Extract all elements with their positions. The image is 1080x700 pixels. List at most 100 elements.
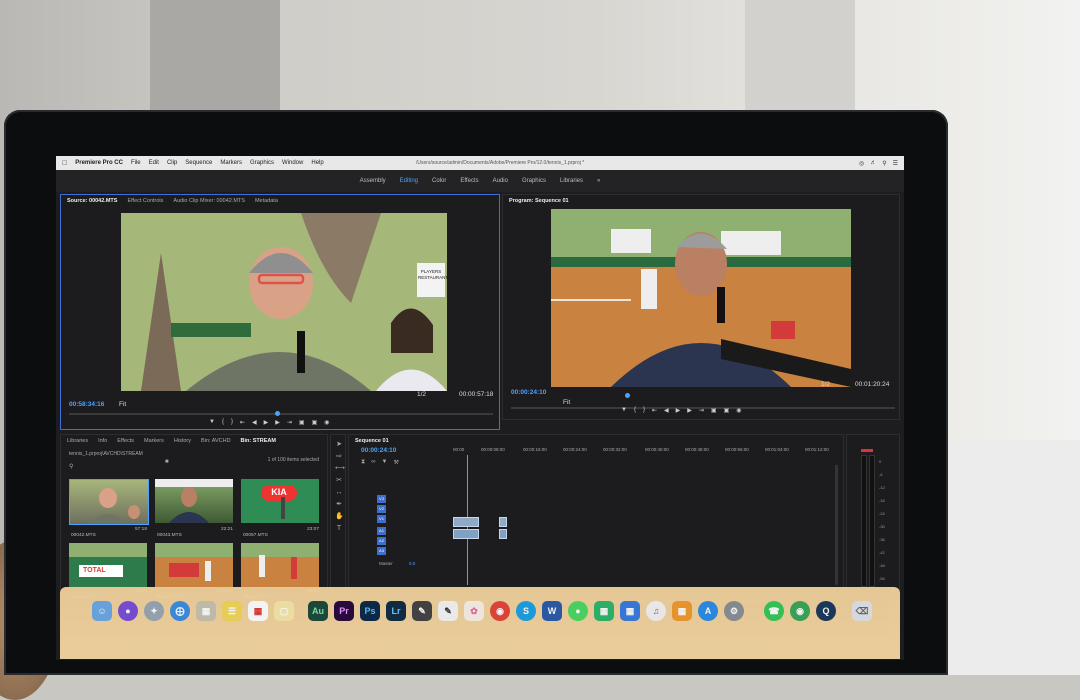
mark-in-bracket-icon[interactable]: { xyxy=(222,419,224,426)
prog-mark-in-icon[interactable]: ▼ xyxy=(621,407,627,414)
skype-icon[interactable]: S xyxy=(516,601,536,621)
premiere-icon[interactable]: Pr xyxy=(334,601,354,621)
tab-metadata[interactable]: Metadata xyxy=(255,198,278,204)
timeline-ruler[interactable]: 00:00 00:00:08:00 00:00:16:00 00:00:24:0… xyxy=(449,447,841,455)
source-playhead[interactable] xyxy=(275,411,280,416)
timeline-vertical-scrollbar[interactable] xyxy=(835,465,838,585)
track-select-tool-icon[interactable]: ⇨ xyxy=(335,453,343,461)
selection-tool-icon[interactable]: ➤ xyxy=(335,441,343,449)
prog-step-forward-icon[interactable]: ▶ xyxy=(687,407,692,414)
track-a2[interactable]: A2 xyxy=(377,537,386,545)
snap-icon[interactable]: ⧗ xyxy=(361,459,365,466)
safari-icon[interactable]: ⨁ xyxy=(170,601,190,621)
track-v2[interactable]: V2 xyxy=(377,505,386,513)
workspace-assembly[interactable]: Assembly xyxy=(360,178,386,184)
tab-bin-avchd[interactable]: Bin: AVCHD xyxy=(201,438,231,444)
workspace-editing[interactable]: Editing xyxy=(400,178,418,184)
system-preferences-icon[interactable]: ⚙ xyxy=(724,601,744,621)
clapper-icon[interactable]: ✎ xyxy=(412,601,432,621)
track-v1[interactable]: V1 xyxy=(377,515,386,523)
prog-play-icon[interactable]: ▶ xyxy=(676,407,681,414)
finder-icon[interactable]: ☺ xyxy=(92,601,112,621)
razor-tool-icon[interactable]: ✂ xyxy=(335,477,343,485)
folder-icon[interactable]: ■ xyxy=(165,459,169,465)
tab-effects[interactable]: Effects xyxy=(117,438,134,444)
tab-effect-controls[interactable]: Effect Controls xyxy=(127,198,163,204)
audition-icon[interactable]: Au xyxy=(308,601,328,621)
type-tool-icon[interactable]: T xyxy=(335,525,343,533)
messages-icon[interactable]: ● xyxy=(568,601,588,621)
clip-thumb-4[interactable]: TOTAL xyxy=(69,543,147,587)
goto-in-icon[interactable]: ⇤ xyxy=(240,419,245,426)
master-value[interactable]: 0.0 xyxy=(409,561,415,566)
workspace-effects[interactable]: Effects xyxy=(460,178,478,184)
overwrite-icon[interactable]: ▣ xyxy=(312,419,318,426)
apple-icon[interactable]:  xyxy=(62,160,67,167)
menu-app-name[interactable]: Premiere Pro CC xyxy=(75,160,123,166)
chrome-icon[interactable]: ◉ xyxy=(490,601,510,621)
menu-file[interactable]: File xyxy=(131,160,141,166)
ripple-tool-icon[interactable]: ⟷ xyxy=(335,465,345,473)
audio-clip-2[interactable] xyxy=(499,529,507,539)
menu-markers[interactable]: Markers xyxy=(220,160,242,166)
clip-thumb-1[interactable] xyxy=(69,479,149,525)
timeline-timecode[interactable]: 00:00:24:10 xyxy=(361,447,396,454)
workspace-libraries[interactable]: Libraries xyxy=(560,178,583,184)
search-icon[interactable]: ⚲ xyxy=(882,160,886,167)
program-timecode[interactable]: 00:00:24:10 xyxy=(511,389,546,396)
prog-mark-in-bracket-icon[interactable]: { xyxy=(634,407,636,414)
photoshop-icon[interactable]: Ps xyxy=(360,601,380,621)
play-icon[interactable]: ▶ xyxy=(264,419,269,426)
track-v3[interactable]: V3 xyxy=(377,495,386,503)
menu-sequence[interactable]: Sequence xyxy=(185,160,212,166)
clip-thumb-5[interactable] xyxy=(155,543,233,587)
tab-markers[interactable]: Markers xyxy=(144,438,164,444)
tab-program[interactable]: Program: Sequence 01 xyxy=(509,198,569,204)
tab-source[interactable]: Source: 00042.MTS xyxy=(67,198,117,204)
preview-icon[interactable]: ▦ xyxy=(196,601,216,621)
step-forward-icon[interactable]: ▶ xyxy=(275,419,280,426)
prog-mark-out-bracket-icon[interactable]: } xyxy=(643,407,645,414)
stickies-icon[interactable]: ▢ xyxy=(274,601,294,621)
hand-tool-icon[interactable]: ✋ xyxy=(335,513,344,521)
word-icon[interactable]: W xyxy=(542,601,562,621)
lightroom-icon[interactable]: Lr xyxy=(386,601,406,621)
goto-out-icon[interactable]: ⇥ xyxy=(287,419,292,426)
lift-icon[interactable]: ▣ xyxy=(711,407,717,414)
prog-step-back-icon[interactable]: ◀ xyxy=(664,407,669,414)
menu-help[interactable]: Help xyxy=(311,160,323,166)
books-icon[interactable]: ▦ xyxy=(672,601,692,621)
list-icon[interactable]: ☰ xyxy=(893,160,898,167)
workspace-more-icon[interactable]: » xyxy=(597,178,600,184)
menu-edit[interactable]: Edit xyxy=(149,160,159,166)
launchpad-icon[interactable]: ✦ xyxy=(144,601,164,621)
source-scrubber[interactable] xyxy=(69,413,493,415)
photos-icon[interactable]: ✿ xyxy=(464,601,484,621)
clip-thumb-6[interactable] xyxy=(241,543,319,587)
tab-sequence-01[interactable]: Sequence 01 xyxy=(355,438,389,444)
tab-audio-clip-mixer[interactable]: Audio Clip Mixer: 00042.MTS xyxy=(173,198,245,204)
mark-in-icon[interactable]: ▼ xyxy=(209,419,215,426)
workspace-color[interactable]: Color xyxy=(432,178,446,184)
itunes-icon[interactable]: ♫ xyxy=(646,601,666,621)
step-back-icon[interactable]: ◀ xyxy=(252,419,257,426)
app-store-icon[interactable]: A xyxy=(698,601,718,621)
tab-info[interactable]: Info xyxy=(98,438,107,444)
program-fit-select[interactable]: Fit xyxy=(563,399,570,406)
prog-camera-icon[interactable]: ◉ xyxy=(736,407,741,414)
extract-icon[interactable]: ▣ xyxy=(724,407,730,414)
workspace-audio[interactable]: Audio xyxy=(493,178,508,184)
menu-clip[interactable]: Clip xyxy=(167,160,177,166)
mark-out-bracket-icon[interactable]: } xyxy=(231,419,233,426)
camera-icon[interactable]: ◉ xyxy=(324,419,329,426)
tab-history[interactable]: History xyxy=(174,438,191,444)
source-fit-select[interactable]: Fit xyxy=(119,401,126,408)
video-clip-1[interactable] xyxy=(453,517,479,527)
source-timecode[interactable]: 00:58:34:16 xyxy=(69,401,104,408)
menu-window[interactable]: Window xyxy=(282,160,303,166)
whatsapp-icon[interactable]: ☎ xyxy=(764,601,784,621)
prog-goto-out-icon[interactable]: ⇥ xyxy=(699,407,704,414)
quicktime-icon[interactable]: Q xyxy=(816,601,836,621)
pen-tool-icon[interactable]: ✒ xyxy=(335,501,343,509)
workspace-graphics[interactable]: Graphics xyxy=(522,178,546,184)
